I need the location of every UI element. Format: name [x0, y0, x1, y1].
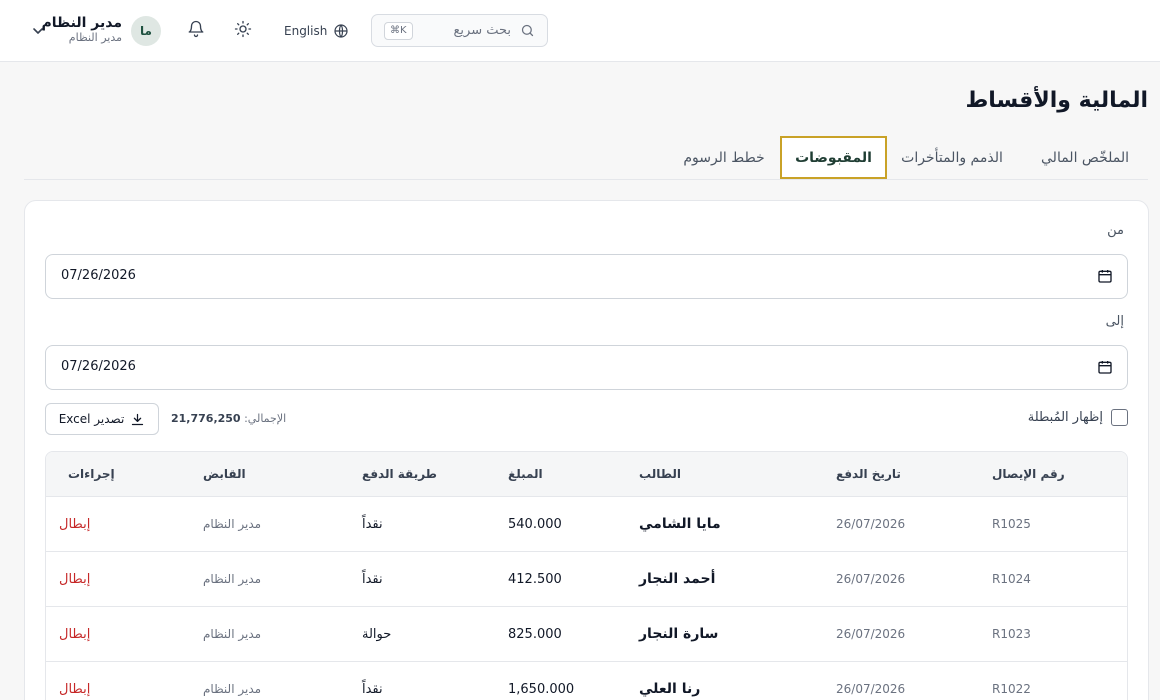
- col-receipt-number[interactable]: رقم الإيصال: [992, 452, 1112, 496]
- payment-date: 26/07/2026: [836, 627, 906, 641]
- receipt-number: R1023: [992, 627, 1031, 641]
- search-placeholder: بحث سريع: [453, 23, 511, 38]
- search-shortcut-badge: ⌘K: [384, 22, 413, 40]
- calendar-icon[interactable]: [1097, 268, 1113, 288]
- collector: مدير النظام: [203, 682, 262, 696]
- table-row[interactable]: R1024 26/07/2026 أحمد النجار 412.500 نقد…: [46, 552, 1127, 607]
- table-toolbar: إظهار المُبطلة الإجمالي: 21,776,250 تصدي…: [45, 403, 1128, 435]
- notifications-button[interactable]: [184, 19, 208, 43]
- globe-icon: [333, 23, 349, 39]
- receipt-number: R1024: [992, 572, 1031, 586]
- void-button[interactable]: إبطال: [59, 662, 159, 700]
- export-excel-button[interactable]: تصدير Excel: [45, 403, 159, 435]
- table-row[interactable]: R1022 26/07/2026 رنا العلي 1,650.000 نقد…: [46, 662, 1127, 700]
- tab-label: الذمم والمتأخرات: [901, 149, 1003, 166]
- receipt-number: R1022: [992, 682, 1031, 696]
- avatar-initials: ما: [140, 24, 152, 38]
- tab-label: المقبوضات: [795, 149, 872, 166]
- student-name: سارة النجار: [639, 626, 719, 642]
- collector: مدير النظام: [203, 517, 262, 531]
- amount: 1,650.000: [508, 681, 575, 697]
- amount: 540.000: [508, 516, 562, 532]
- theme-toggle-button[interactable]: [231, 19, 255, 43]
- col-payment-date[interactable]: تاريخ الدفع: [836, 452, 956, 496]
- tab-receivables[interactable]: الذمم والمتأخرات: [892, 136, 1012, 179]
- col-amount[interactable]: المبلغ: [508, 452, 618, 496]
- col-collector[interactable]: القابض: [203, 452, 313, 496]
- top-header: مدير النظام مدير النظام ما English بحث س…: [0, 0, 1160, 62]
- student-name: مايا الشامي: [639, 516, 721, 532]
- receipt-number: R1025: [992, 517, 1031, 531]
- total-label: الإجمالي:: [244, 412, 287, 425]
- tab-receipts[interactable]: المقبوضات: [780, 136, 887, 179]
- language-switch[interactable]: English: [284, 20, 349, 42]
- void-button[interactable]: إبطال: [59, 607, 159, 661]
- amount: 825.000: [508, 626, 562, 642]
- from-date-input[interactable]: 07/26/2026: [45, 254, 1128, 299]
- tab-financial-summary[interactable]: الملخّص المالي: [1022, 136, 1148, 179]
- from-date-value: 07/26/2026: [61, 268, 136, 283]
- student-name: أحمد النجار: [639, 571, 716, 587]
- col-actions: إجراءات: [68, 467, 115, 481]
- payment-date: 26/07/2026: [836, 682, 906, 696]
- table-row[interactable]: R1023 26/07/2026 سارة النجار 825.000 حوا…: [46, 607, 1127, 662]
- tab-label: خطط الرسوم: [683, 149, 765, 166]
- payment-method: نقداً: [362, 681, 383, 697]
- bell-icon: [187, 20, 205, 42]
- payment-date: 26/07/2026: [836, 572, 906, 586]
- total-summary: الإجمالي: 21,776,250: [171, 412, 286, 425]
- payment-method: حوالة: [362, 626, 392, 642]
- search-icon: [520, 23, 535, 42]
- tab-label: الملخّص المالي: [1041, 149, 1129, 166]
- show-voided-toggle[interactable]: إظهار المُبطلة: [1028, 409, 1128, 426]
- quick-search[interactable]: بحث سريع ⌘K: [371, 14, 548, 47]
- to-date-input[interactable]: 07/26/2026: [45, 345, 1128, 390]
- student-name: رنا العلي: [639, 681, 701, 697]
- show-voided-checkbox[interactable]: [1111, 409, 1128, 426]
- table-row[interactable]: R1025 26/07/2026 مايا الشامي 540.000 نقد…: [46, 497, 1127, 552]
- total-value: 21,776,250: [171, 412, 241, 425]
- user-menu[interactable]: مدير النظام مدير النظام ما: [30, 15, 162, 47]
- payment-method: نقداً: [362, 571, 383, 587]
- receipts-card: من 07/26/2026 إلى 07/26/2026 إظهار المُب…: [24, 200, 1149, 700]
- col-student[interactable]: الطالب: [639, 452, 809, 496]
- from-label: من: [1107, 223, 1124, 238]
- language-label: English: [284, 24, 328, 38]
- void-button[interactable]: إبطال: [59, 497, 159, 551]
- show-voided-label: إظهار المُبطلة: [1027, 410, 1103, 425]
- user-name: مدير النظام: [41, 15, 122, 31]
- user-text: مدير النظام مدير النظام: [41, 15, 122, 45]
- page-title: المالية والأقساط: [965, 88, 1148, 113]
- void-button[interactable]: إبطال: [59, 552, 159, 606]
- receipts-table: رقم الإيصال تاريخ الدفع الطالب المبلغ طر…: [45, 451, 1128, 700]
- collector: مدير النظام: [203, 572, 262, 586]
- export-label: تصدير Excel: [58, 412, 125, 426]
- avatar: ما: [131, 16, 161, 46]
- calendar-icon[interactable]: [1097, 359, 1113, 379]
- to-date-value: 07/26/2026: [61, 359, 136, 374]
- collector: مدير النظام: [203, 627, 262, 641]
- download-icon: [130, 412, 145, 427]
- user-role: مدير النظام: [68, 31, 122, 44]
- payment-method: نقداً: [362, 516, 383, 532]
- tab-bar: الملخّص المالي الذمم والمتأخرات المقبوضا…: [24, 136, 1148, 180]
- tab-fee-plans[interactable]: خطط الرسوم: [674, 136, 774, 179]
- sun-icon: [234, 20, 252, 42]
- table-header: رقم الإيصال تاريخ الدفع الطالب المبلغ طر…: [46, 452, 1127, 497]
- col-payment-method[interactable]: طريقة الدفع: [362, 452, 472, 496]
- payment-date: 26/07/2026: [836, 517, 906, 531]
- amount: 412.500: [508, 571, 562, 587]
- to-label: إلى: [1105, 314, 1124, 329]
